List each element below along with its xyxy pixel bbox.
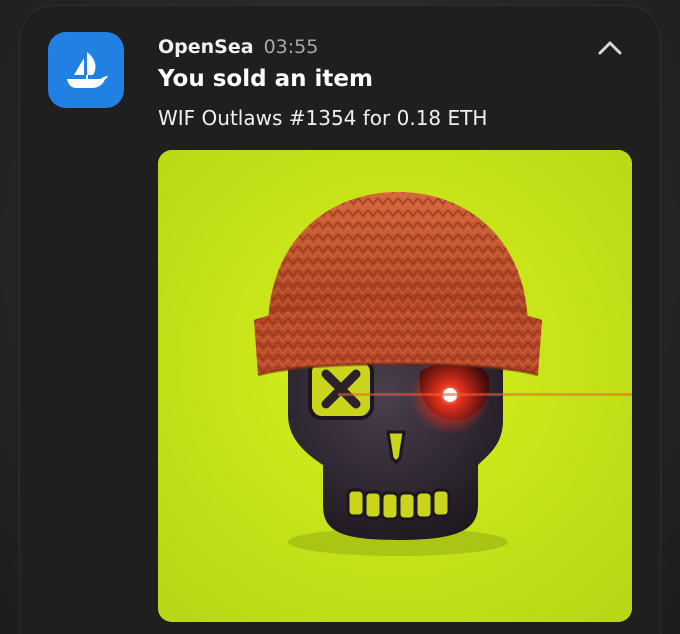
collapse-button[interactable] [594, 32, 626, 64]
notification-body: WIF Outlaws #1354 for 0.18 ETH [158, 106, 488, 130]
opensea-ship-icon [67, 52, 108, 88]
notification-time: 03:55 [263, 36, 319, 58]
chevron-up-icon [598, 41, 622, 55]
notification-title: You sold an item [158, 66, 373, 92]
nft-skull-beanie-image [158, 150, 632, 622]
notification-header: OpenSea 03:55 [158, 36, 318, 58]
app-icon [48, 32, 124, 108]
nft-image[interactable] [158, 150, 632, 622]
app-name: OpenSea [158, 36, 254, 58]
